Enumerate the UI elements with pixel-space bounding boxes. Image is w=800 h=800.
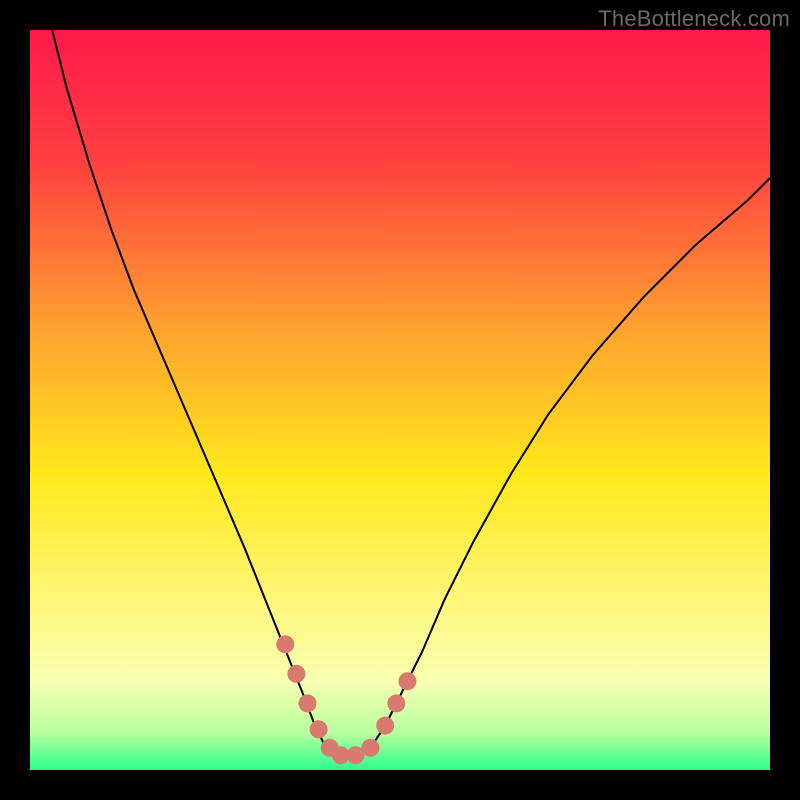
gradient-background bbox=[30, 30, 770, 770]
highlight-dot bbox=[276, 635, 294, 653]
highlight-dot bbox=[299, 694, 317, 712]
highlight-dot bbox=[287, 665, 305, 683]
highlight-dot bbox=[310, 720, 328, 738]
highlight-dot bbox=[398, 672, 416, 690]
highlight-dot bbox=[387, 694, 405, 712]
plot-area bbox=[30, 30, 770, 770]
chart-frame: TheBottleneck.com bbox=[0, 0, 800, 800]
bottleneck-chart bbox=[30, 30, 770, 770]
watermark-text: TheBottleneck.com bbox=[598, 6, 790, 32]
highlight-dot bbox=[361, 739, 379, 757]
highlight-dot bbox=[376, 717, 394, 735]
